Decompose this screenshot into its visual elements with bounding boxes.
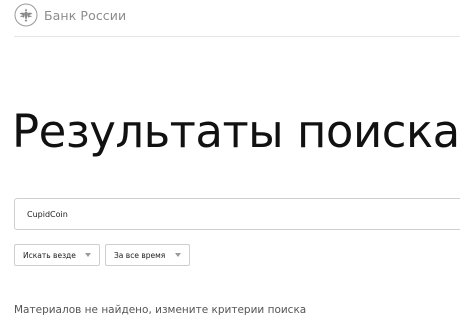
search-filters: Искать везде За все время	[14, 244, 190, 266]
page: Банк России Результаты поиска Искать вез…	[0, 0, 460, 320]
no-results-message: Материалов не найдено, измените критерии…	[14, 304, 307, 316]
time-period-select-label: За все время	[114, 250, 166, 260]
search-input[interactable]	[14, 198, 460, 230]
scope-select[interactable]: Искать везде	[14, 244, 100, 266]
time-period-select[interactable]: За все время	[105, 244, 190, 266]
chevron-down-icon	[175, 253, 181, 257]
brand-name: Банк России	[44, 7, 127, 23]
scope-select-label: Искать везде	[23, 250, 76, 260]
chevron-down-icon	[85, 253, 91, 257]
site-header: Банк России	[14, 3, 460, 37]
bank-of-russia-eagle-icon	[14, 3, 38, 27]
site-logo[interactable]: Банк России	[14, 3, 126, 27]
page-title: Результаты поиска	[12, 105, 460, 158]
